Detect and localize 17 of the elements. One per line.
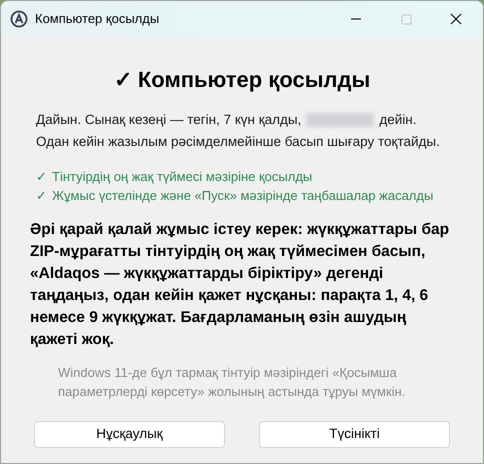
heading: ✓ Компьютер қосылды [114, 66, 370, 94]
check-text: Жұмыс үстелінде және «Пуск» мәзірінде таңбашалар жасалды [52, 187, 434, 205]
check-text: Тінтуірдің оң жақ түймесі мәзіріне қосылды [52, 168, 312, 186]
close-icon [450, 13, 462, 25]
window-title: Компьютер қосылды [35, 10, 160, 28]
app-icon [10, 10, 28, 28]
note-text: Windows 11-де бұл тармақ тінтуір мәзіріндегі «Қосымша параметрлерді көрсету» жолының астында тұруы мүмкін. [58, 364, 406, 401]
check-icon: ✓ [36, 186, 47, 205]
status-text: дейін. [379, 111, 416, 129]
status-text: Одан кейін жазылым рәсімделмейінше басып шығару тоқтайды. [36, 133, 441, 151]
dialog-button[interactable]: Түсінікті [259, 421, 450, 448]
check-icon: ✓ [36, 167, 47, 186]
status-text: Дайын. Сынақ кезеңі — тегін, 7 күн қалды, [36, 111, 302, 129]
maximize-icon [400, 14, 412, 24]
dialog-button[interactable]: Нұсқаулық [34, 421, 225, 448]
redacted-text [306, 113, 374, 127]
instructions-text: Әрі қарай қалай жұмыс істеу керек: жүкқұжаттары бар ZIP-мұрағатты тінтуірдің оң жақ түймесімен басып, «Aldaqos — жүкқұжаттарды біріктіру» дегенді таңдаңыз, одан кейін қажет нұсқаны: парақта 1, 4, 6 немесе 9 жүкқұжат. Бағдарламаның өзін ашудың қажеті жоқ. [30, 220, 450, 350]
